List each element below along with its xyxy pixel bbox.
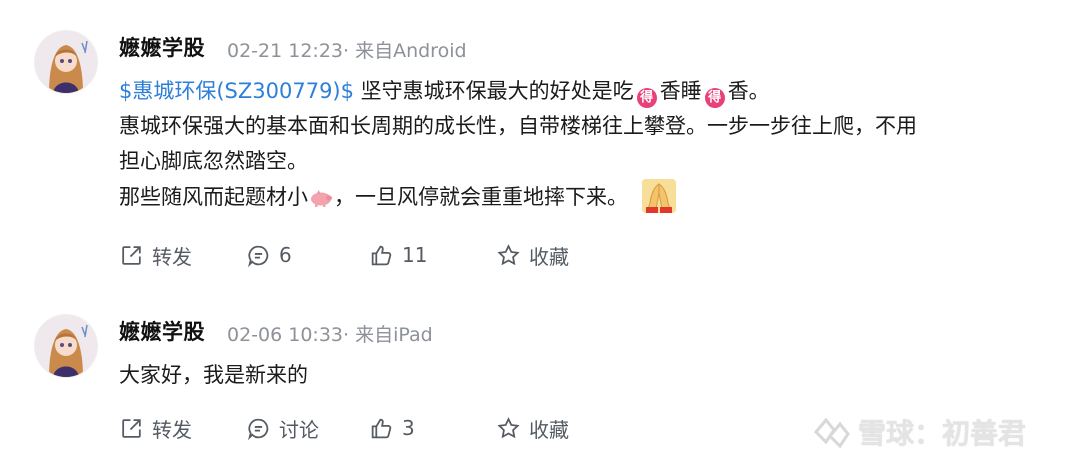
favorite-button[interactable]: 收藏 xyxy=(496,413,569,443)
like-button[interactable]: 3 xyxy=(369,413,415,443)
share-icon xyxy=(122,418,141,438)
body-text-segment: ，一旦风停就会重重地摔下来。 xyxy=(334,185,628,209)
body-text-segment: 香。 xyxy=(727,79,770,103)
post-meta: 02-06 10:33· 来自iPad xyxy=(227,324,433,346)
favorite-button[interactable]: 收藏 xyxy=(496,240,569,270)
body-line-2: 惠城环保强大的基本面和长周期的成长性，自带楼梯往上攀登。一步一步往上爬，不用 xyxy=(119,114,917,138)
like-icon xyxy=(371,418,392,438)
avatar[interactable] xyxy=(34,314,98,378)
share-button[interactable]: 转发 xyxy=(119,413,192,443)
de-emoji-icon: 得 xyxy=(704,88,725,108)
favorite-icon xyxy=(497,416,520,438)
comment-count: 6 xyxy=(279,243,292,267)
post-meta: 02-21 12:23· 来自Android xyxy=(227,40,467,62)
comment-icon xyxy=(248,245,269,267)
body-line-1: $惠城环保(SZ300779)$ 坚守惠城环保最大的好处是吃得香睡得香。 xyxy=(119,74,1039,109)
favorite-label: 收藏 xyxy=(529,417,569,442)
comment-label: 讨论 xyxy=(279,417,319,442)
post-actions: 转发 讨论 3 收藏 xyxy=(119,413,679,443)
body-line-4: 那些随风而起题材小 ，一旦风停就会重重地摔下来。 xyxy=(119,179,1039,215)
like-icon xyxy=(371,245,392,265)
share-button[interactable]: 转发 xyxy=(119,240,192,270)
share-label: 转发 xyxy=(152,417,192,442)
author-name[interactable]: 嬷嬷学股 xyxy=(119,32,205,62)
body-line-3: 担心脚底忽然踏空。 xyxy=(119,149,308,173)
post-body: $惠城环保(SZ300779)$ 坚守惠城环保最大的好处是吃得香睡得香。 惠城环… xyxy=(119,74,1039,215)
share-icon xyxy=(122,245,141,265)
author-name[interactable]: 嬷嬷学股 xyxy=(119,316,205,346)
avatar[interactable] xyxy=(34,30,98,94)
post-body: 大家好，我是新来的 xyxy=(119,358,1039,393)
pray-emoji-icon xyxy=(642,179,676,213)
body-text-segment: 坚守惠城环保最大的好处是吃 xyxy=(354,79,634,103)
like-count: 3 xyxy=(402,416,415,440)
comment-icon xyxy=(248,418,269,440)
pig-emoji-icon xyxy=(311,190,332,207)
body-line-1: 大家好，我是新来的 xyxy=(119,363,308,387)
watermark-text: 雪球：初善君 xyxy=(858,417,1027,450)
comment-button[interactable]: 讨论 xyxy=(246,413,319,443)
favorite-icon xyxy=(497,243,520,265)
watermark: 雪球：初善君 xyxy=(812,412,1026,452)
like-button[interactable]: 11 xyxy=(369,240,427,270)
favorite-label: 收藏 xyxy=(529,244,569,269)
stock-link[interactable]: $惠城环保(SZ300779)$ xyxy=(119,79,354,103)
post-actions: 转发 6 11 收藏 xyxy=(119,240,679,270)
avatar-image xyxy=(35,315,97,377)
avatar-image xyxy=(35,31,97,93)
body-text-segment: 那些随风而起题材小 xyxy=(119,185,308,209)
share-label: 转发 xyxy=(152,244,192,269)
comment-button[interactable]: 6 xyxy=(246,240,292,270)
de-emoji-icon: 得 xyxy=(636,88,657,108)
xueqiu-logo-icon xyxy=(813,417,850,449)
like-count: 11 xyxy=(402,243,428,267)
body-text-segment: 香睡 xyxy=(659,79,702,103)
